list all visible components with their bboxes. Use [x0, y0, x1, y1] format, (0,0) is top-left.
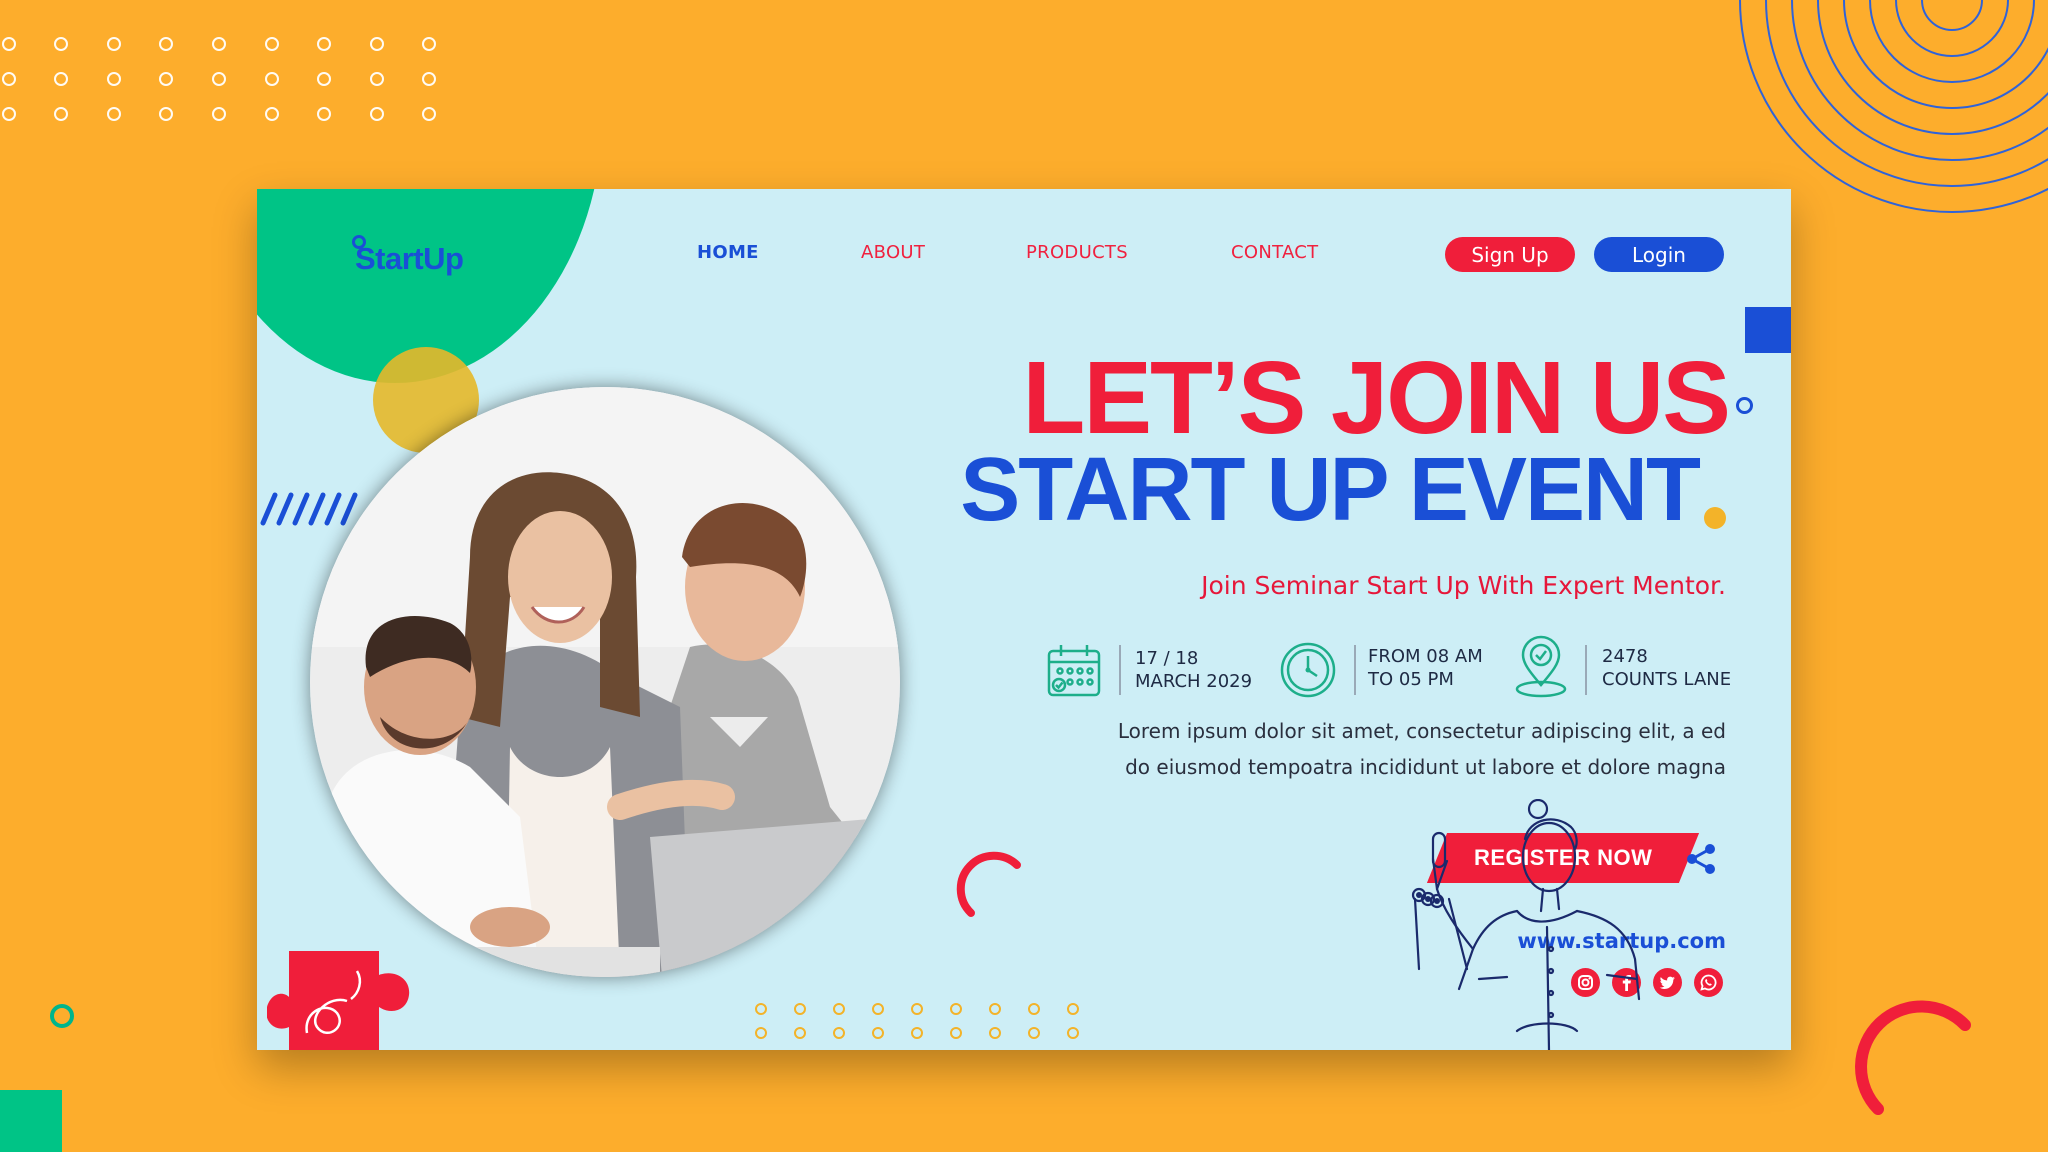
blue-ring-dot-decoration [1736, 397, 1753, 414]
blue-square-decoration [1745, 307, 1791, 353]
yellow-dot-decoration [1704, 507, 1726, 529]
event-time-line-1: FROM 08 AM [1368, 646, 1483, 667]
green-ring-decoration [50, 1004, 74, 1028]
event-date-line-1: 17 / 18 [1135, 648, 1199, 669]
red-arc-small-decoration [956, 851, 1021, 917]
calendar-icon [1047, 645, 1101, 697]
event-place-line-1: 2478 [1602, 646, 1648, 667]
event-time-line-2: TO 05 PM [1368, 669, 1454, 690]
event-place-line-2: COUNTS LANE [1602, 669, 1732, 690]
green-square-decoration [0, 1090, 62, 1152]
info-divider [1354, 645, 1356, 695]
share-icon[interactable] [1684, 842, 1718, 876]
team-photo-image [310, 387, 900, 977]
event-time: FROM 08 AM TO 05 PM [1368, 645, 1483, 691]
nav-about[interactable]: ABOUT [861, 242, 925, 263]
nav-contact[interactable]: CONTACT [1231, 242, 1318, 263]
logo[interactable]: StartUp [355, 241, 464, 277]
location-pin-icon [1515, 635, 1567, 698]
headline-line-2: START UP EVENT [960, 440, 1701, 540]
landing-page-card: StartUp HOME ABOUT PRODUCTS CONTACT Sign… [257, 189, 1791, 1050]
login-button[interactable]: Login [1594, 237, 1724, 272]
whatsapp-icon[interactable] [1694, 968, 1723, 997]
event-date-line-2: MARCH 2029 [1135, 671, 1253, 692]
info-divider [1119, 645, 1121, 695]
small-dot-grid-decoration [755, 1003, 1079, 1039]
red-arc-decoration [1855, 1000, 1971, 1115]
event-date: 17 / 18 MARCH 2029 [1135, 647, 1252, 693]
description-line-2: do eiusmod tempoatra incididunt ut labor… [1125, 755, 1726, 779]
nav-products[interactable]: PRODUCTS [1026, 242, 1128, 263]
nav-home[interactable]: HOME [697, 242, 759, 263]
hero-subtitle: Join Seminar Start Up With Expert Mentor… [1201, 571, 1726, 600]
info-divider [1585, 645, 1587, 695]
team-photo [310, 387, 900, 977]
woman-pointing-illustration [1411, 799, 1641, 1050]
event-place: 2478 COUNTS LANE [1602, 645, 1731, 691]
sign-up-button[interactable]: Sign Up [1445, 237, 1575, 272]
blue-stripes-decoration [260, 492, 358, 526]
red-puzzle-decoration [267, 951, 410, 1050]
clock-icon [1280, 642, 1336, 698]
description-line-1: Lorem ipsum dolor sit amet, consectetur … [1117, 719, 1726, 743]
